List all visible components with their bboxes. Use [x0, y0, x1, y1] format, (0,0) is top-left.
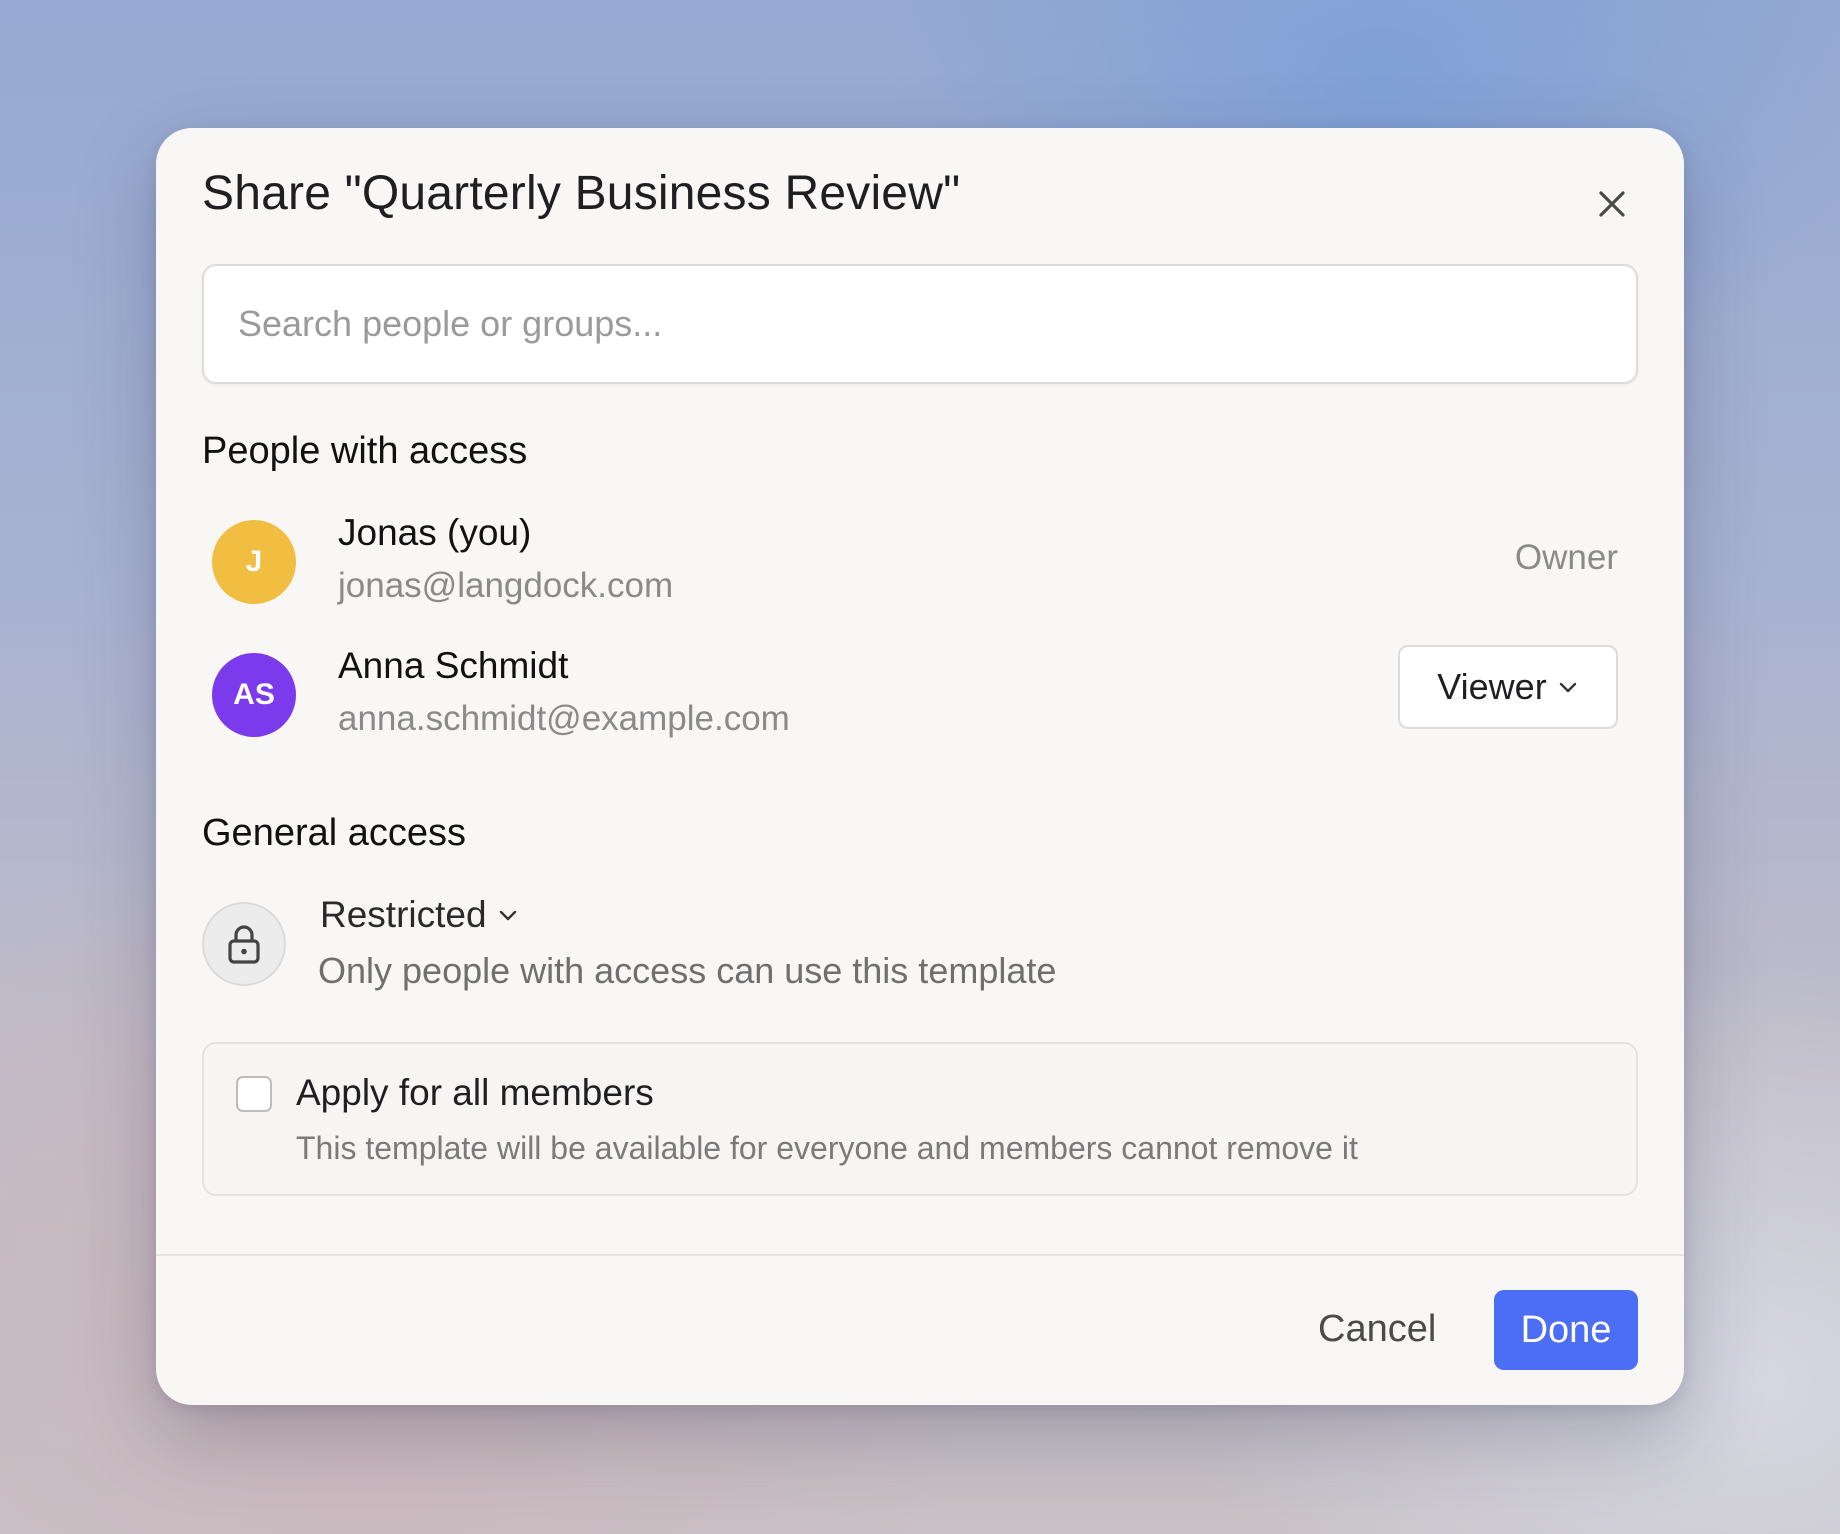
people-with-access-heading: People with access: [202, 430, 528, 472]
person-email: jonas@langdock.com: [338, 566, 674, 605]
search-input[interactable]: [204, 266, 1636, 382]
footer-divider: [156, 1254, 1684, 1256]
apply-all-members-option: Apply for all members This template will…: [202, 1042, 1638, 1196]
person-row-jonas: J Jonas (you) jonas@langdock.com Owner: [212, 512, 1618, 612]
person-email: anna.schmidt@example.com: [338, 699, 790, 738]
cancel-button[interactable]: Cancel: [1308, 1290, 1446, 1368]
chevron-down-icon: [1559, 682, 1576, 693]
person-row-anna: AS Anna Schmidt anna.schmidt@example.com…: [212, 645, 1618, 745]
avatar: AS: [212, 653, 296, 737]
general-access-description: Only people with access can use this tem…: [318, 950, 1057, 991]
general-access-heading: General access: [202, 812, 467, 854]
apply-all-members-checkbox[interactable]: [236, 1076, 272, 1112]
person-name: Anna Schmidt: [338, 645, 569, 686]
general-access-level: Restricted: [320, 894, 487, 935]
search-box: [202, 264, 1638, 384]
close-button[interactable]: [1592, 184, 1632, 224]
done-button[interactable]: Done: [1494, 1290, 1638, 1370]
dialog-title: Share "Quarterly Business Review": [202, 167, 961, 220]
general-access-dropdown[interactable]: Restricted: [320, 894, 519, 936]
lock-icon-container: [202, 902, 286, 986]
apply-all-members-label: Apply for all members: [296, 1072, 654, 1113]
share-dialog: Share "Quarterly Business Review" People…: [156, 128, 1684, 1405]
role-dropdown[interactable]: Viewer: [1398, 645, 1618, 729]
person-name: Jonas (you): [338, 512, 532, 553]
avatar: J: [212, 520, 296, 604]
owner-role-label: Owner: [1514, 538, 1618, 577]
apply-all-members-description: This template will be available for ever…: [296, 1130, 1358, 1166]
lock-icon: [228, 925, 260, 964]
close-icon: [1599, 191, 1625, 217]
role-dropdown-label: Viewer: [1437, 666, 1547, 707]
chevron-down-icon: [499, 910, 516, 921]
